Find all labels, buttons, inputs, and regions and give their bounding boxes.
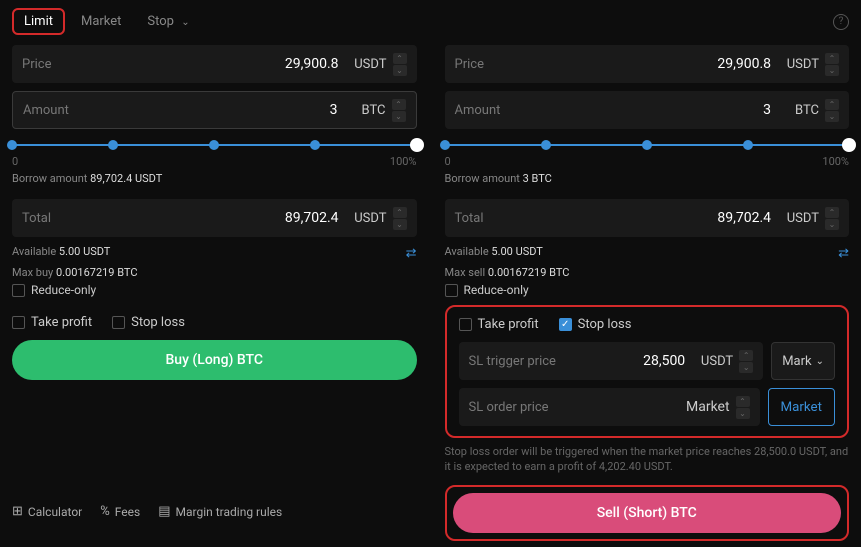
amount-slider[interactable] — [12, 137, 417, 153]
price-stepper[interactable]: ⌃⌄ — [825, 53, 839, 76]
sl-note: Stop loss order will be triggered when t… — [445, 444, 850, 475]
transfer-icon[interactable]: ⇄ — [406, 246, 417, 261]
document-icon: ▤ — [158, 504, 170, 519]
tab-market[interactable]: Market — [71, 10, 131, 33]
borrow-amount: Borrow amount 89,702.4 USDT — [12, 172, 417, 185]
percent-icon: % — [100, 504, 110, 519]
total-field[interactable]: Total 89,702.4 USDT ⌃⌄ — [12, 199, 417, 237]
chevron-down-icon: ⌄ — [181, 17, 189, 28]
buy-button[interactable]: Buy (Long) BTC — [12, 340, 417, 380]
reduce-only-checkbox[interactable] — [12, 284, 25, 297]
total-field[interactable]: Total 89,702.4 USDT ⌃⌄ — [445, 199, 850, 237]
available: Available 5.00 USDT — [445, 245, 543, 258]
market-button[interactable]: Market — [768, 388, 835, 426]
sl-trigger-field[interactable]: SL trigger price 28,500 USDT ⌃⌄ — [459, 342, 764, 380]
total-stepper[interactable]: ⌃⌄ — [393, 207, 407, 230]
amount-stepper[interactable]: ⌃⌄ — [825, 99, 839, 122]
stop-loss-checkbox[interactable] — [112, 316, 125, 329]
take-profit-checkbox[interactable] — [12, 316, 25, 329]
sl-order-stepper[interactable]: ⌃⌄ — [736, 396, 750, 419]
tab-stop[interactable]: Stop ⌄ — [137, 10, 199, 33]
order-type-tabs: Limit Market Stop ⌄ — [12, 8, 200, 35]
total-stepper[interactable]: ⌃⌄ — [825, 207, 839, 230]
footer-bar: ⊞ Calculator % Fees ▤ Margin trading rul… — [12, 504, 282, 519]
price-field[interactable]: Price 29,900.8 USDT ⌃⌄ — [445, 45, 850, 83]
amount-slider[interactable] — [445, 137, 850, 153]
sl-order-field[interactable]: SL order price Market ⌃⌄ — [459, 388, 760, 426]
amount-field[interactable]: Amount 3 BTC ⌃⌄ — [445, 91, 850, 129]
rules-link[interactable]: ▤ Margin trading rules — [158, 504, 282, 519]
buy-panel: Price 29,900.8 USDT ⌃⌄ Amount 3 BTC ⌃⌄ 0… — [12, 45, 417, 547]
price-field[interactable]: Price 29,900.8 USDT ⌃⌄ — [12, 45, 417, 83]
stop-loss-highlight: Take profit Stop loss SL trigger price 2… — [445, 305, 850, 438]
amount-stepper[interactable]: ⌃⌄ — [392, 99, 406, 122]
transfer-icon[interactable]: ⇄ — [838, 246, 849, 261]
amount-field[interactable]: Amount 3 BTC ⌃⌄ — [12, 91, 417, 129]
tab-limit[interactable]: Limit — [12, 8, 65, 35]
price-stepper[interactable]: ⌃⌄ — [393, 53, 407, 76]
take-profit-checkbox[interactable] — [459, 318, 472, 331]
calculator-icon: ⊞ — [12, 504, 23, 519]
mark-dropdown[interactable]: Mark ⌄ — [771, 342, 835, 380]
sell-button[interactable]: Sell (Short) BTC — [453, 493, 842, 533]
borrow-amount: Borrow amount 3 BTC — [445, 172, 850, 185]
sell-panel: Price 29,900.8 USDT ⌃⌄ Amount 3 BTC ⌃⌄ 0… — [445, 45, 850, 547]
sl-trigger-stepper[interactable]: ⌃⌄ — [739, 350, 753, 373]
fees-link[interactable]: % Fees — [100, 504, 140, 519]
available: Available 5.00 USDT — [12, 245, 110, 258]
max-buy: Max buy 0.00167219 BTC — [12, 266, 417, 279]
calculator-link[interactable]: ⊞ Calculator — [12, 504, 82, 519]
max-sell: Max sell 0.00167219 BTC — [445, 266, 850, 279]
stop-loss-checkbox[interactable] — [559, 318, 572, 331]
help-icon[interactable]: ? — [833, 14, 849, 30]
chevron-down-icon: ⌄ — [816, 356, 824, 367]
reduce-only-checkbox[interactable] — [445, 284, 458, 297]
